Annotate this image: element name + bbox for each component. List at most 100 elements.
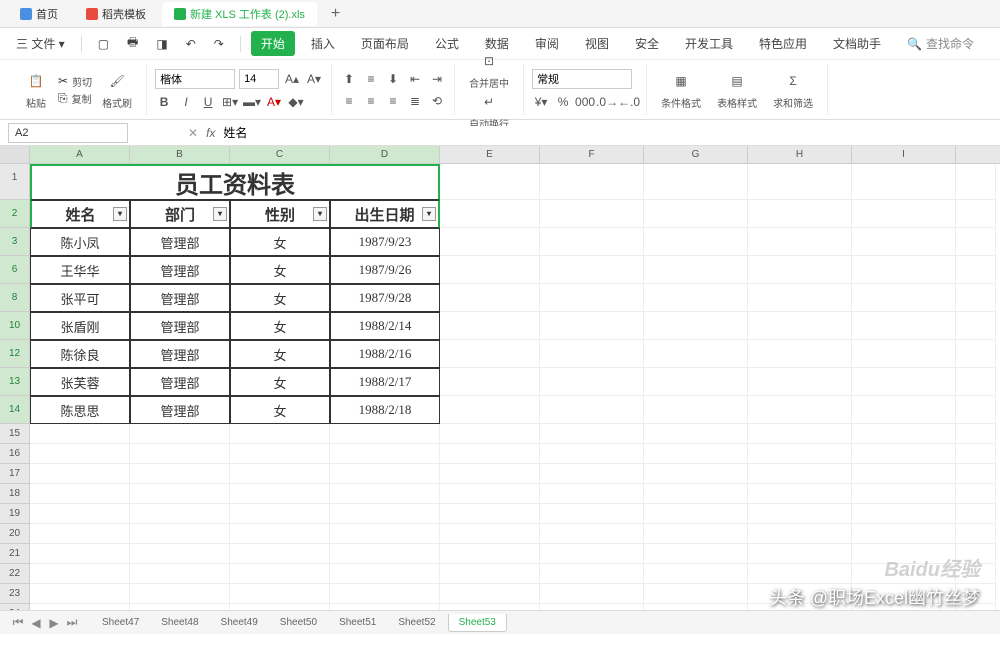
cell[interactable]: 张芙蓉 — [30, 368, 130, 396]
decrease-font-icon[interactable]: A▾ — [305, 70, 323, 88]
sheet-tab[interactable]: Sheet48 — [151, 614, 208, 632]
cell[interactable] — [230, 564, 330, 584]
cell[interactable] — [540, 200, 644, 228]
cond-format-button[interactable]: ▦条件格式 — [655, 69, 707, 110]
wrap-button[interactable]: ↵自动换行 — [463, 90, 515, 131]
cell[interactable] — [540, 312, 644, 340]
table-header-cell[interactable]: 部门▾ — [130, 200, 230, 228]
cell[interactable] — [230, 544, 330, 564]
toolbar-save-icon[interactable]: ▢ — [92, 33, 115, 55]
cell[interactable] — [644, 524, 748, 544]
cell[interactable]: 女 — [230, 228, 330, 256]
row-header[interactable]: 1 — [0, 164, 30, 200]
cell[interactable] — [230, 504, 330, 524]
cell[interactable] — [130, 584, 230, 604]
sheet-tab[interactable]: Sheet47 — [92, 614, 149, 632]
cell[interactable] — [852, 284, 956, 312]
cell[interactable] — [330, 524, 440, 544]
cell[interactable] — [540, 464, 644, 484]
filter-button[interactable]: ▾ — [313, 207, 327, 221]
sheet-last-icon[interactable]: ⏭ — [64, 615, 80, 631]
number-format-select[interactable] — [532, 69, 632, 89]
cell[interactable] — [852, 200, 956, 228]
cell[interactable] — [852, 368, 956, 396]
cell[interactable] — [540, 228, 644, 256]
cell[interactable] — [330, 484, 440, 504]
cell[interactable] — [644, 200, 748, 228]
cell[interactable] — [956, 164, 996, 200]
tab-home[interactable]: 首页 — [8, 2, 70, 26]
row-header[interactable]: 18 — [0, 484, 30, 504]
cell[interactable] — [540, 504, 644, 524]
cell[interactable] — [130, 484, 230, 504]
align-justify-icon[interactable]: ≣ — [406, 92, 424, 110]
cell[interactable] — [956, 312, 996, 340]
cell[interactable]: 女 — [230, 284, 330, 312]
sheet-tab[interactable]: Sheet50 — [270, 614, 327, 632]
cell[interactable] — [230, 584, 330, 604]
cell[interactable] — [130, 564, 230, 584]
cell[interactable] — [644, 564, 748, 584]
row-header[interactable]: 12 — [0, 340, 30, 368]
cell[interactable] — [852, 464, 956, 484]
row-header[interactable]: 13 — [0, 368, 30, 396]
toolbar-undo-icon[interactable]: ↶ — [180, 33, 202, 55]
cell[interactable] — [644, 424, 748, 444]
cell[interactable] — [748, 256, 852, 284]
cell[interactable] — [852, 396, 956, 424]
cell[interactable] — [440, 368, 540, 396]
menu-security[interactable]: 安全 — [625, 31, 669, 56]
cell[interactable]: 1988/2/18 — [330, 396, 440, 424]
cell[interactable] — [230, 464, 330, 484]
menu-special[interactable]: 特色应用 — [749, 31, 817, 56]
sheet-tab[interactable]: Sheet49 — [211, 614, 268, 632]
cell[interactable] — [440, 564, 540, 584]
menu-dev[interactable]: 开发工具 — [675, 31, 743, 56]
cell[interactable] — [230, 424, 330, 444]
cell[interactable] — [748, 444, 852, 464]
cell[interactable] — [748, 340, 852, 368]
orientation-icon[interactable]: ⟲ — [428, 92, 446, 110]
cell[interactable]: 陈小凤 — [30, 228, 130, 256]
cell[interactable]: 女 — [230, 340, 330, 368]
cell[interactable]: 王华华 — [30, 256, 130, 284]
cell[interactable] — [540, 256, 644, 284]
cell[interactable]: 管理部 — [130, 368, 230, 396]
cell[interactable] — [30, 544, 130, 564]
cell[interactable] — [540, 484, 644, 504]
table-header-cell[interactable]: 出生日期▾ — [330, 200, 440, 228]
cell[interactable] — [748, 504, 852, 524]
cell[interactable] — [956, 484, 996, 504]
font-select[interactable] — [155, 69, 235, 89]
cell[interactable] — [30, 484, 130, 504]
cell[interactable] — [748, 524, 852, 544]
cell[interactable] — [644, 284, 748, 312]
cell[interactable] — [644, 256, 748, 284]
cell[interactable] — [230, 444, 330, 464]
row-header[interactable]: 6 — [0, 256, 30, 284]
cell[interactable] — [440, 312, 540, 340]
row-header[interactable]: 14 — [0, 396, 30, 424]
cell[interactable] — [540, 396, 644, 424]
fx-icon[interactable]: fx — [206, 126, 215, 140]
align-top-icon[interactable]: ⬆ — [340, 70, 358, 88]
cell[interactable] — [440, 524, 540, 544]
row-header[interactable]: 3 — [0, 228, 30, 256]
cell[interactable] — [644, 312, 748, 340]
cell[interactable] — [330, 464, 440, 484]
cell[interactable]: 陈徐良 — [30, 340, 130, 368]
cell[interactable] — [748, 312, 852, 340]
cell[interactable]: 1987/9/26 — [330, 256, 440, 284]
cell[interactable] — [748, 164, 852, 200]
cell[interactable] — [540, 544, 644, 564]
cell[interactable]: 管理部 — [130, 228, 230, 256]
cell[interactable] — [440, 164, 540, 200]
toolbar-preview-icon[interactable]: ◨ — [150, 33, 173, 55]
column-header-D[interactable]: D — [330, 146, 440, 163]
row-header[interactable]: 2 — [0, 200, 30, 228]
cell[interactable] — [330, 564, 440, 584]
menu-view[interactable]: 视图 — [575, 31, 619, 56]
formula-input[interactable] — [223, 126, 523, 140]
column-header-G[interactable]: G — [644, 146, 748, 163]
cell[interactable] — [852, 524, 956, 544]
